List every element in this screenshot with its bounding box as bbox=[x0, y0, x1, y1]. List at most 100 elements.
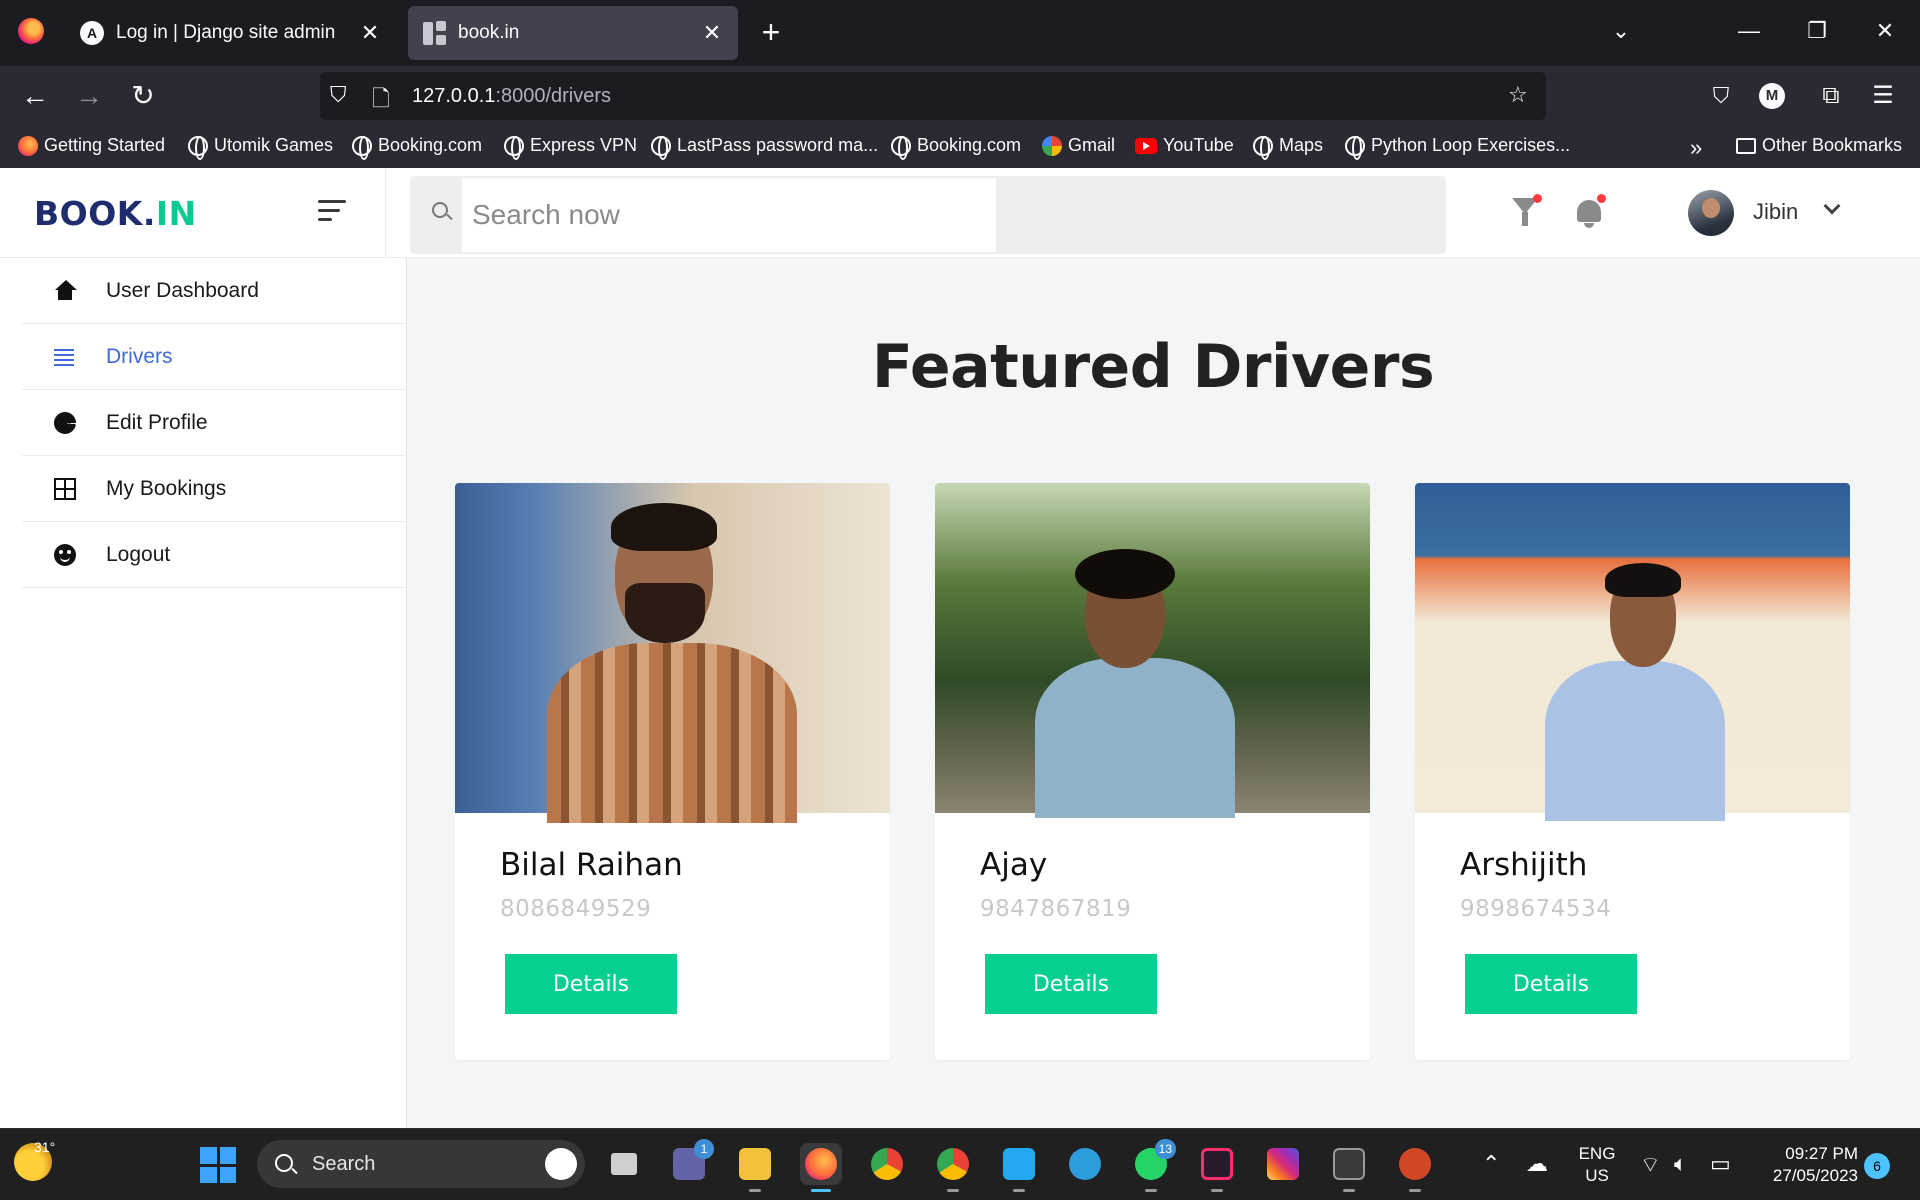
vscode-icon[interactable] bbox=[998, 1143, 1040, 1192]
taskbar-search[interactable]: Search bbox=[257, 1140, 585, 1188]
bookmark-label: LastPass password ma... bbox=[677, 135, 879, 155]
wifi-icon[interactable]: ⌔ bbox=[1640, 1151, 1661, 1179]
battery-icon[interactable]: ▭ bbox=[1710, 1151, 1731, 1177]
logo-main-text: BOOK. bbox=[34, 194, 156, 233]
sidebar-item-my-bookings[interactable]: My Bookings bbox=[22, 456, 407, 522]
bookmark-star-icon[interactable]: ☆ bbox=[1508, 82, 1528, 108]
page-info-icon[interactable]: 🗋 bbox=[372, 82, 390, 120]
bookmark-youtube[interactable]: YouTube bbox=[1135, 135, 1234, 156]
forward-button[interactable]: → bbox=[72, 80, 106, 112]
sidebar-item-edit-profile[interactable]: Edit Profile bbox=[22, 390, 407, 456]
more-bookmarks-icon[interactable]: » bbox=[1690, 135, 1702, 161]
task-view-icon[interactable] bbox=[603, 1143, 645, 1185]
new-tab-button[interactable]: + bbox=[756, 14, 786, 50]
details-button[interactable]: Details bbox=[505, 954, 677, 1014]
filter-icon[interactable] bbox=[1510, 194, 1542, 230]
help-icon[interactable] bbox=[1064, 1143, 1106, 1185]
user-name[interactable]: Jibin bbox=[1753, 199, 1798, 225]
avatar[interactable] bbox=[1688, 190, 1734, 236]
close-tab-icon[interactable]: ✕ bbox=[358, 20, 382, 46]
notification-center-badge[interactable]: 6 bbox=[1864, 1153, 1890, 1179]
sidebar-item-label: Drivers bbox=[106, 344, 173, 368]
driver-photo bbox=[935, 483, 1370, 818]
sidebar-item-label: Logout bbox=[106, 542, 171, 566]
globe-icon bbox=[891, 135, 911, 160]
reload-button[interactable]: ↻ bbox=[126, 80, 160, 112]
taskbar-search-label: Search bbox=[312, 1153, 376, 1175]
other-bookmarks[interactable]: Other Bookmarks bbox=[1736, 135, 1902, 156]
bookmark-python-loop[interactable]: Python Loop Exercises... bbox=[1345, 135, 1571, 160]
list-all-tabs-icon[interactable]: ⌄ bbox=[1606, 18, 1636, 44]
driver-card: Ajay 9847867819 Details bbox=[935, 483, 1370, 1060]
driver-name: Bilal Raihan bbox=[500, 847, 683, 883]
details-button[interactable]: Details bbox=[1465, 954, 1637, 1014]
url-path: :8000/drivers bbox=[495, 85, 612, 107]
driver-card: Arshijith 9898674534 Details bbox=[1415, 483, 1850, 1060]
bookmark-getting-started[interactable]: Getting Started bbox=[18, 135, 165, 156]
language-indicator[interactable]: ENG US bbox=[1574, 1143, 1620, 1187]
pocket-icon[interactable]: ⛉ bbox=[1704, 80, 1738, 112]
bookmark-label: YouTube bbox=[1163, 135, 1234, 155]
bell-icon[interactable] bbox=[1574, 194, 1606, 230]
language-line-1: ENG bbox=[1578, 1144, 1616, 1163]
bookmark-maps[interactable]: Maps bbox=[1253, 135, 1323, 160]
shield-icon[interactable]: ⛉ bbox=[330, 82, 347, 108]
tab-django-admin[interactable]: A Log in | Django site admin ✕ bbox=[66, 6, 396, 60]
bookmark-express-vpn[interactable]: Express VPN bbox=[504, 135, 637, 160]
globe-icon bbox=[352, 135, 372, 160]
bookmark-utomik-games[interactable]: Utomik Games bbox=[188, 135, 333, 160]
url-bar[interactable]: ⛉ 🗋 127.0.0.1:8000/drivers ☆ bbox=[320, 72, 1546, 120]
bookmark-label: Getting Started bbox=[44, 135, 166, 155]
main-content: Featured Drivers Bilal Raihan 8086849529… bbox=[433, 310, 1873, 1128]
driver-phone: 9898674534 bbox=[1460, 896, 1612, 922]
sidebar-item-user-dashboard[interactable]: User Dashboard bbox=[22, 258, 407, 324]
instagram-icon[interactable] bbox=[1262, 1143, 1304, 1185]
volume-icon[interactable]: 🔈︎ bbox=[1674, 1151, 1687, 1177]
tab-bookin[interactable]: book.in ✕ bbox=[408, 6, 738, 60]
menu-icon[interactable]: ☰ bbox=[1866, 80, 1900, 112]
driver-phone: 9847867819 bbox=[980, 896, 1132, 922]
bookmark-lastpass[interactable]: LastPass password ma... bbox=[651, 135, 879, 160]
firefox-taskbar-icon[interactable] bbox=[800, 1143, 842, 1192]
firefox-icon[interactable] bbox=[18, 18, 44, 44]
language-line-2: US bbox=[1585, 1166, 1609, 1185]
bookmark-booking-1[interactable]: Booking.com bbox=[352, 135, 482, 160]
bing-icon[interactable] bbox=[545, 1148, 577, 1180]
minimize-button[interactable]: — bbox=[1734, 18, 1764, 44]
sidebar-item-label: My Bookings bbox=[106, 476, 227, 500]
back-button[interactable]: ← bbox=[18, 80, 52, 112]
bookmark-label: Python Loop Exercises... bbox=[1371, 135, 1571, 155]
sidebar-item-logout[interactable]: Logout bbox=[22, 522, 407, 588]
whatsapp-icon[interactable]: 13 bbox=[1130, 1139, 1176, 1192]
bookmark-gmail[interactable]: Gmail bbox=[1042, 135, 1115, 156]
chrome-icon[interactable] bbox=[866, 1143, 908, 1185]
clock[interactable]: 09:27 PM 27/05/2023 bbox=[1754, 1143, 1858, 1187]
chevron-up-icon[interactable]: ⌃ bbox=[1482, 1151, 1500, 1177]
video-editor-icon[interactable] bbox=[1196, 1143, 1238, 1192]
extensions-icon[interactable]: ⧉ bbox=[1814, 80, 1848, 112]
bookmark-booking-2[interactable]: Booking.com bbox=[891, 135, 1021, 160]
windows-start-icon[interactable] bbox=[200, 1147, 236, 1183]
details-button[interactable]: Details bbox=[985, 954, 1157, 1014]
sidebar-item-drivers[interactable]: Drivers bbox=[22, 324, 407, 390]
bookmark-label: Other Bookmarks bbox=[1762, 135, 1903, 155]
filter-notification-dot bbox=[1533, 194, 1542, 203]
powerpoint-icon[interactable] bbox=[1394, 1143, 1436, 1192]
page-title: Featured Drivers bbox=[871, 332, 1435, 402]
close-window-button[interactable]: ✕ bbox=[1870, 18, 1900, 44]
onedrive-icon[interactable]: ☁ bbox=[1526, 1151, 1548, 1177]
account-icon[interactable]: M bbox=[1759, 83, 1785, 109]
terminal-icon[interactable] bbox=[1328, 1143, 1370, 1192]
folder-icon bbox=[1736, 137, 1756, 154]
file-explorer-icon[interactable] bbox=[734, 1143, 776, 1192]
sidebar-toggle-icon[interactable] bbox=[318, 200, 348, 227]
url-text[interactable]: 127.0.0.1:8000/drivers bbox=[412, 85, 611, 108]
teams-icon[interactable]: 1 bbox=[668, 1139, 714, 1185]
teams-badge: 1 bbox=[694, 1139, 714, 1159]
restore-button[interactable]: ❐ bbox=[1802, 18, 1832, 44]
close-tab-icon[interactable]: ✕ bbox=[700, 20, 724, 46]
chrome-profile-icon[interactable] bbox=[932, 1143, 974, 1192]
search-input[interactable] bbox=[462, 178, 996, 252]
chevron-down-icon[interactable] bbox=[1823, 197, 1841, 215]
brand-logo[interactable]: BOOK.IN bbox=[34, 194, 197, 233]
